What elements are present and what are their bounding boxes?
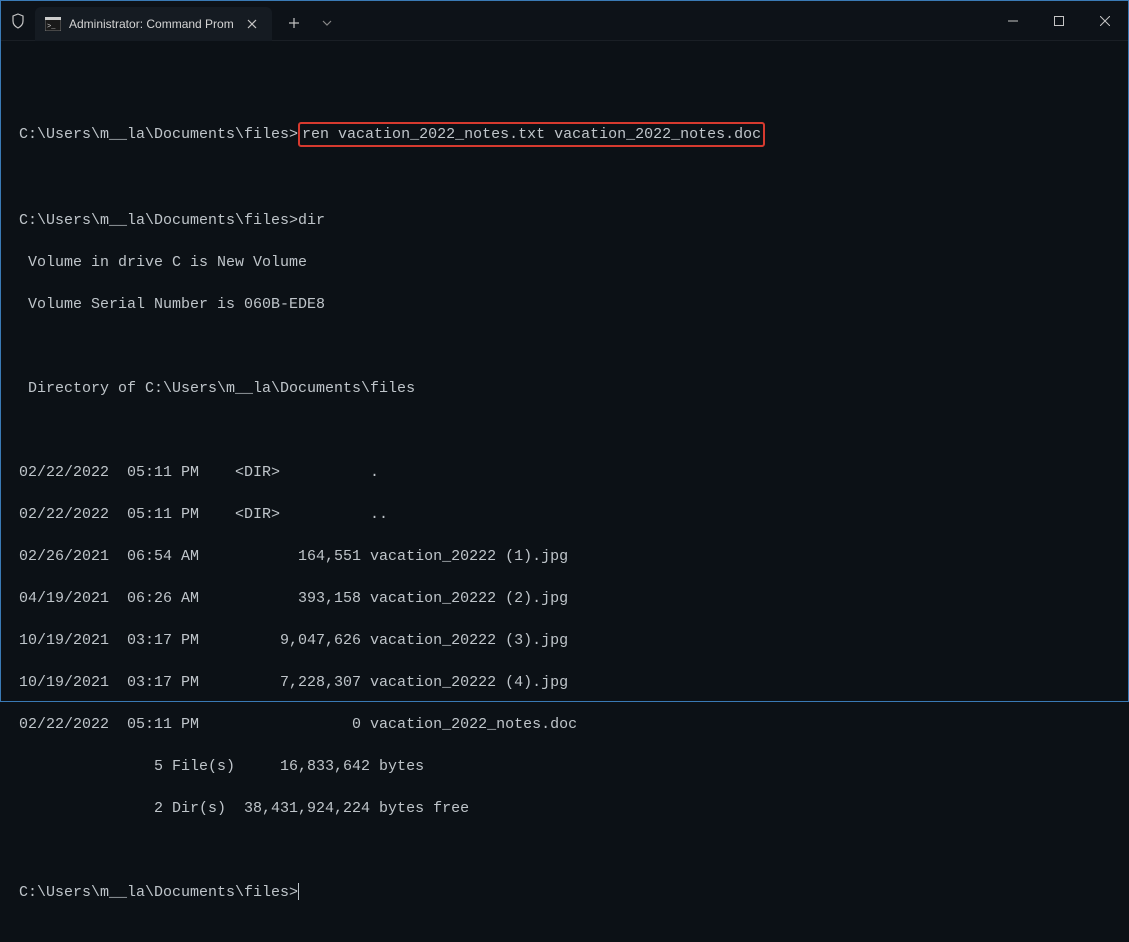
cursor-icon: [298, 883, 299, 900]
minimize-button[interactable]: [990, 1, 1036, 41]
tab-dropdown-button[interactable]: [312, 7, 342, 39]
terminal-output[interactable]: C:\Users\m__la\Documents\files>ren vacat…: [1, 41, 1128, 942]
terminal-line: Volume Serial Number is 060B-EDE8: [19, 294, 1110, 315]
terminal-line: Directory of C:\Users\m__la\Documents\fi…: [19, 378, 1110, 399]
prompt: C:\Users\m__la\Documents\files>: [19, 126, 298, 143]
new-tab-button[interactable]: [276, 7, 312, 39]
terminal-line: C:\Users\m__la\Documents\files>: [19, 882, 1110, 903]
table-row: 02/22/2022 05:11 PM <DIR> .: [19, 462, 1110, 483]
terminal-line: [19, 80, 1110, 101]
terminal-line: [19, 420, 1110, 441]
prompt: C:\Users\m__la\Documents\files>: [19, 212, 298, 229]
table-row: 10/19/2021 03:17 PM 7,228,307 vacation_2…: [19, 672, 1110, 693]
window-controls: [990, 1, 1128, 40]
prompt: C:\Users\m__la\Documents\files>: [19, 884, 298, 901]
titlebar: >_ Administrator: Command Prom: [1, 1, 1128, 41]
highlighted-command: ren vacation_2022_notes.txt vacation_202…: [298, 122, 765, 147]
command-text: dir: [298, 212, 325, 229]
table-row: 02/26/2021 06:54 AM 164,551 vacation_202…: [19, 546, 1110, 567]
close-button[interactable]: [1082, 1, 1128, 41]
terminal-line: C:\Users\m__la\Documents\files>dir: [19, 210, 1110, 231]
shield-icon: [1, 1, 35, 40]
terminal-line: C:\Users\m__la\Documents\files>ren vacat…: [19, 122, 1110, 147]
table-row: 02/22/2022 05:11 PM <DIR> ..: [19, 504, 1110, 525]
terminal-line: [19, 840, 1110, 861]
titlebar-left: >_ Administrator: Command Prom: [1, 1, 342, 40]
terminal-line: [19, 168, 1110, 189]
tab-close-button[interactable]: [242, 14, 262, 34]
svg-text:>_: >_: [47, 23, 56, 31]
tab-title: Administrator: Command Prom: [69, 17, 234, 31]
table-row: 04/19/2021 06:26 AM 393,158 vacation_202…: [19, 588, 1110, 609]
terminal-line: [19, 336, 1110, 357]
terminal-line: 2 Dir(s) 38,431,924,224 bytes free: [19, 798, 1110, 819]
table-row: 10/19/2021 03:17 PM 9,047,626 vacation_2…: [19, 630, 1110, 651]
table-row: 02/22/2022 05:11 PM 0 vacation_2022_note…: [19, 714, 1110, 735]
tab-command-prompt[interactable]: >_ Administrator: Command Prom: [35, 7, 272, 41]
cmd-icon: >_: [45, 16, 61, 32]
terminal-line: 5 File(s) 16,833,642 bytes: [19, 756, 1110, 777]
maximize-button[interactable]: [1036, 1, 1082, 41]
terminal-line: Volume in drive C is New Volume: [19, 252, 1110, 273]
